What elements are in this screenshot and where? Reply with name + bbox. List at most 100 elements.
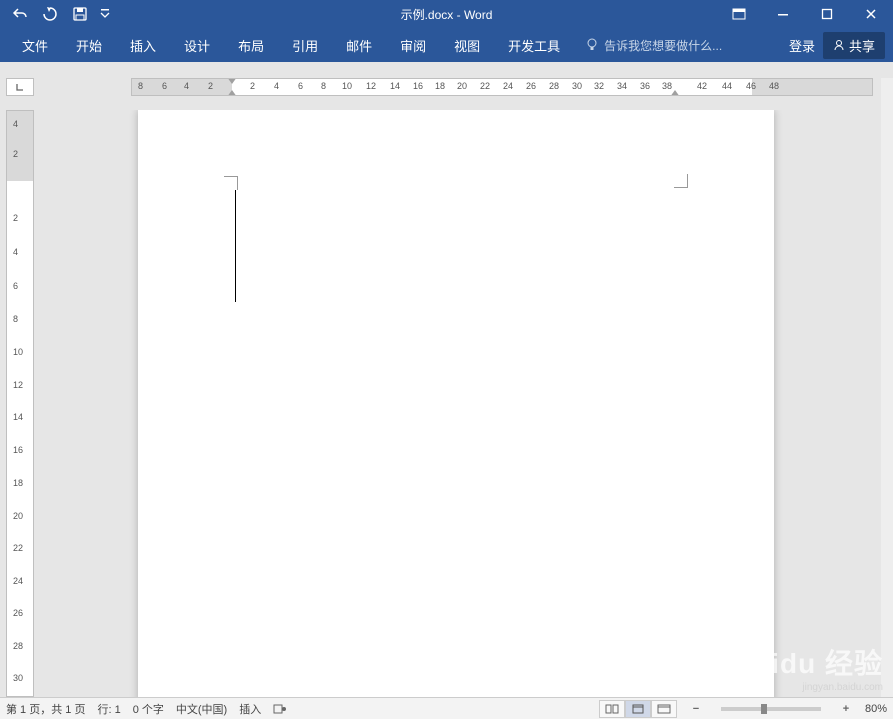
vruler-tick: 16	[13, 445, 23, 455]
status-macro-recorder[interactable]	[273, 703, 287, 715]
vruler-tick: 8	[13, 314, 18, 324]
zoom-in-button[interactable]: +	[839, 703, 853, 715]
tab-selector[interactable]	[6, 78, 34, 96]
vruler-tick: 18	[13, 478, 23, 488]
vruler-tick: 22	[13, 543, 23, 553]
statusbar: 第 1 页，共 1 页 行: 1 0 个字 中文(中国) 插入 − + 80%	[0, 697, 893, 719]
tab-developer[interactable]: 开发工具	[494, 28, 574, 62]
hruler-tick: 34	[617, 81, 627, 91]
tell-me-placeholder: 告诉我您想要做什么...	[604, 37, 722, 54]
ribbon-tabs: 文件 开始 插入 设计 布局 引用 邮件 审阅 视图 开发工具 告诉我您想要做什…	[0, 28, 893, 62]
undo-button[interactable]	[8, 2, 32, 26]
status-word-count[interactable]: 0 个字	[133, 701, 164, 717]
maximize-button[interactable]	[805, 0, 849, 28]
hruler-tick: 20	[457, 81, 467, 91]
zoom-level[interactable]: 80%	[865, 703, 887, 715]
document-area[interactable]	[42, 110, 881, 697]
vruler-tick: 2	[13, 213, 18, 223]
ribbon-display-options-button[interactable]	[717, 0, 761, 28]
redo-button[interactable]	[38, 2, 62, 26]
hruler-tick: 24	[503, 81, 513, 91]
hruler-left-margin	[132, 79, 232, 95]
vruler-tick: 26	[13, 608, 23, 618]
tab-references[interactable]: 引用	[278, 28, 332, 62]
hruler-tick: 44	[722, 81, 732, 91]
vruler-tick: 12	[13, 380, 23, 390]
tab-layout[interactable]: 布局	[224, 28, 278, 62]
hruler-tick: 12	[366, 81, 376, 91]
hruler-tick: 48	[769, 81, 779, 91]
vruler-top-margin	[7, 111, 33, 181]
workspace: 8 6 4 2 2 4 6 8 10 12 14 16 18 20 22 24 …	[0, 62, 893, 697]
save-button[interactable]	[68, 2, 92, 26]
status-insert-mode[interactable]: 插入	[239, 701, 261, 717]
view-print-layout[interactable]	[625, 700, 651, 718]
vruler-tick: 4	[13, 119, 18, 129]
status-page-count[interactable]: 第 1 页，共 1 页	[6, 701, 85, 717]
vruler-tick: 10	[13, 347, 23, 357]
zoom-out-button[interactable]: −	[689, 703, 703, 715]
zoom-slider-thumb[interactable]	[761, 704, 767, 714]
share-label: 共享	[849, 36, 875, 55]
share-icon	[833, 39, 845, 51]
qat-customize-button[interactable]	[98, 2, 112, 26]
tab-home[interactable]: 开始	[62, 28, 116, 62]
hruler-tick: 14	[390, 81, 400, 91]
hruler-tick: 4	[184, 81, 189, 91]
hruler-tick: 18	[435, 81, 445, 91]
tab-file[interactable]: 文件	[8, 28, 62, 62]
tab-review[interactable]: 审阅	[386, 28, 440, 62]
close-button[interactable]	[849, 0, 893, 28]
login-link[interactable]: 登录	[789, 36, 815, 55]
view-web-layout[interactable]	[651, 700, 677, 718]
hruler-tick: 6	[298, 81, 303, 91]
margin-guide-tr	[674, 174, 688, 188]
tab-insert[interactable]: 插入	[116, 28, 170, 62]
quick-access-toolbar	[0, 2, 112, 26]
view-mode-buttons	[599, 700, 677, 718]
hruler-tick: 42	[697, 81, 707, 91]
hruler-tick: 26	[526, 81, 536, 91]
window-title: 示例.docx - Word	[401, 6, 493, 23]
hanging-indent-marker[interactable]	[227, 90, 237, 96]
tab-view[interactable]: 视图	[440, 28, 494, 62]
zoom-slider[interactable]	[721, 707, 821, 711]
right-indent-marker[interactable]	[670, 90, 680, 96]
hruler-tick: 30	[572, 81, 582, 91]
hruler-tick: 28	[549, 81, 559, 91]
vruler-tick: 4	[13, 247, 18, 257]
tab-design[interactable]: 设计	[170, 28, 224, 62]
status-language[interactable]: 中文(中国)	[176, 701, 227, 717]
window-controls	[717, 0, 893, 28]
hruler-tick: 6	[162, 81, 167, 91]
document-page[interactable]	[138, 110, 774, 697]
hruler-tick: 8	[138, 81, 143, 91]
minimize-button[interactable]	[761, 0, 805, 28]
status-line-number[interactable]: 行: 1	[97, 701, 120, 717]
text-cursor-vertical-line	[235, 190, 236, 302]
margin-guide-tl	[224, 176, 238, 190]
vruler-tick: 2	[13, 149, 18, 159]
hruler-tick: 2	[208, 81, 213, 91]
tab-mailings[interactable]: 邮件	[332, 28, 386, 62]
hruler-tick: 2	[250, 81, 255, 91]
tell-me-search[interactable]: 告诉我您想要做什么...	[574, 37, 734, 54]
vertical-scrollbar[interactable]	[881, 78, 893, 697]
hruler-tick: 32	[594, 81, 604, 91]
vruler-tick: 20	[13, 511, 23, 521]
hruler-tick: 10	[342, 81, 352, 91]
hruler-tick: 16	[413, 81, 423, 91]
vruler-tick: 28	[13, 641, 23, 651]
vertical-ruler[interactable]: 4 2 2 4 6 8 10 12 14 16 18 20 22 24 26 2…	[6, 110, 34, 697]
hruler-tick: 22	[480, 81, 490, 91]
hruler-tick: 36	[640, 81, 650, 91]
horizontal-ruler[interactable]: 8 6 4 2 2 4 6 8 10 12 14 16 18 20 22 24 …	[131, 78, 873, 96]
view-read-mode[interactable]	[599, 700, 625, 718]
hruler-tick: 4	[274, 81, 279, 91]
share-button[interactable]: 共享	[823, 32, 885, 59]
hruler-tick: 8	[321, 81, 326, 91]
first-line-indent-marker[interactable]	[227, 78, 237, 84]
titlebar: 示例.docx - Word	[0, 0, 893, 28]
lightbulb-icon	[586, 38, 598, 52]
hruler-tick: 46	[746, 81, 756, 91]
